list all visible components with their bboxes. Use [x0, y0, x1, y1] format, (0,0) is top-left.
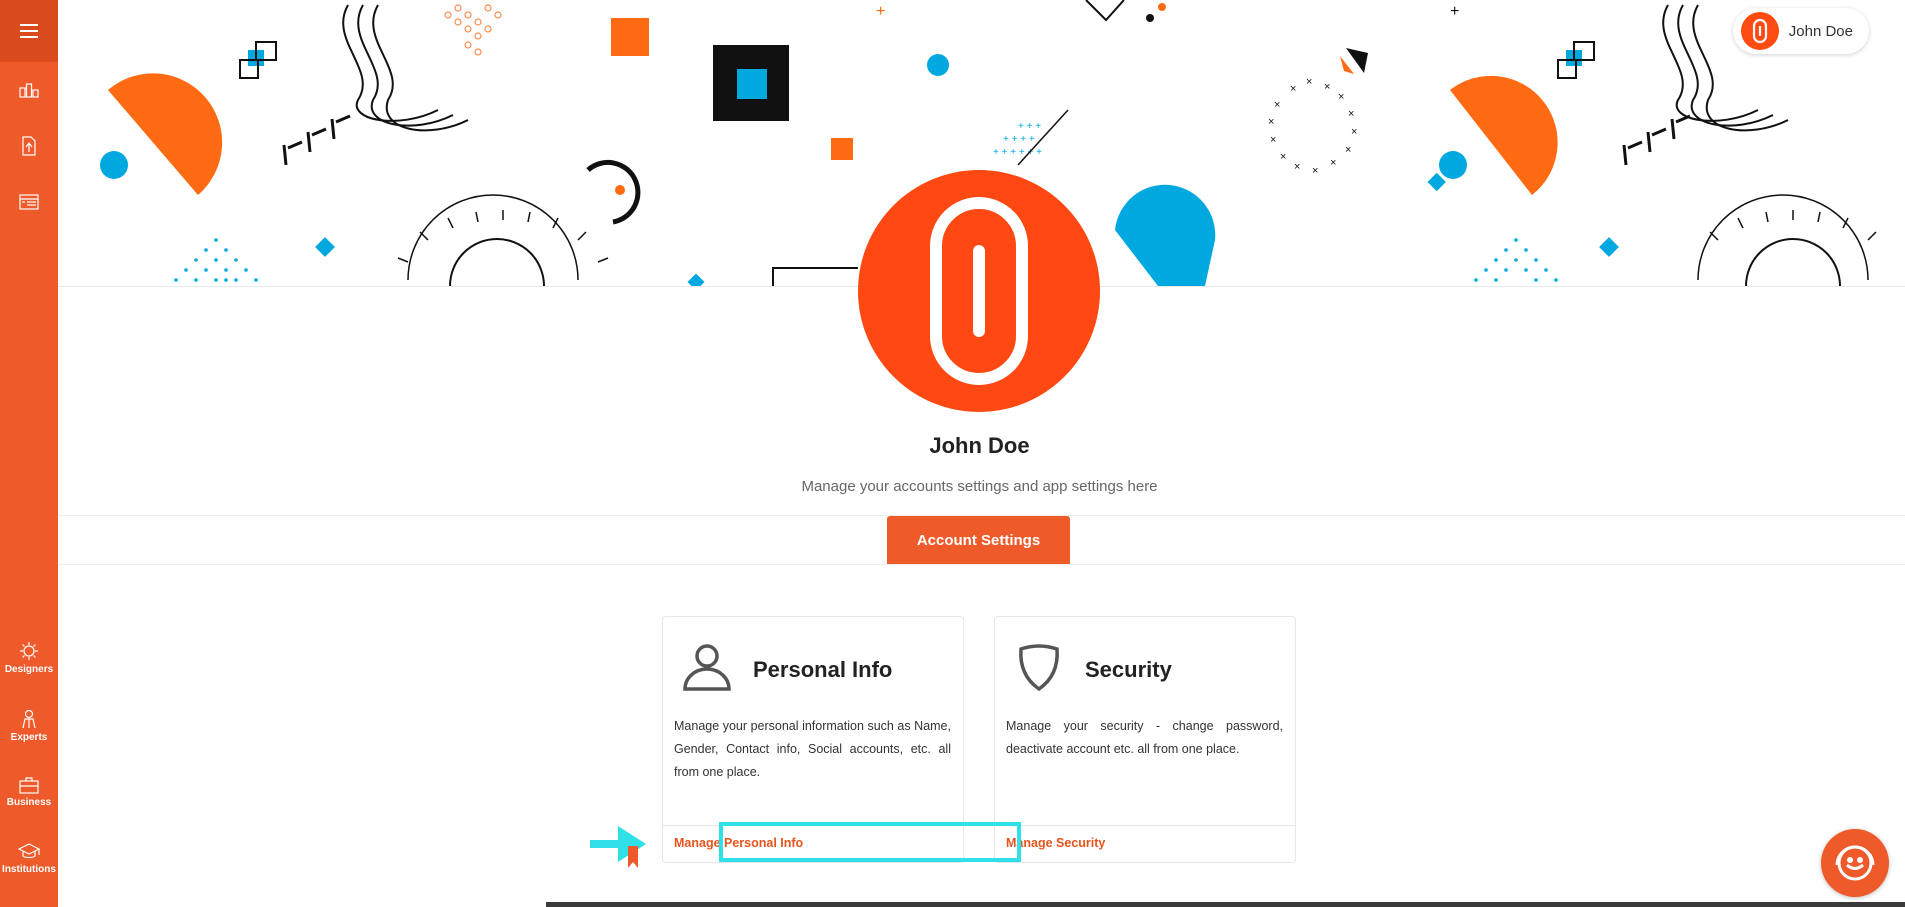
sidebar-item-business[interactable]: Business — [0, 776, 58, 808]
svg-text:+ + + + + +: + + + + + + — [993, 147, 1042, 158]
svg-text:×: × — [1351, 126, 1357, 138]
svg-text:+ + +: + + + — [1018, 121, 1041, 132]
svg-text:×: × — [1290, 83, 1296, 95]
dashboard-icon — [19, 83, 39, 98]
user-name: John Doe — [1788, 22, 1853, 40]
svg-text:×: × — [1338, 91, 1344, 103]
tab-account-settings[interactable]: Account Settings — [887, 516, 1070, 564]
briefcase-icon — [19, 777, 39, 794]
svg-text:×: × — [1294, 161, 1300, 173]
document-icon — [22, 136, 36, 156]
svg-text:×: × — [1274, 99, 1280, 111]
svg-text:×: × — [1270, 134, 1276, 146]
menu-toggle-button[interactable] — [0, 0, 58, 62]
profile-name: John Doe — [929, 433, 1030, 458]
paperclip-logo-icon — [930, 197, 1028, 385]
svg-text:×: × — [1348, 108, 1354, 120]
sidebar-item-label: Experts — [10, 732, 48, 743]
profile-subtitle: Manage your accounts settings and app se… — [801, 478, 1158, 495]
sidebar-list-button[interactable] — [0, 194, 58, 210]
svg-text:×: × — [1324, 81, 1330, 93]
sidebar-item-label: Designers — [4, 664, 54, 675]
card-title: Security — [1085, 657, 1172, 682]
designer-icon — [20, 642, 38, 660]
profile-avatar — [858, 170, 1100, 412]
highlight-box — [719, 822, 1021, 862]
svg-text:×: × — [1306, 76, 1312, 88]
card-description: Manage your personal information such as… — [674, 719, 951, 779]
graduation-cap-icon — [18, 843, 40, 859]
card-title: Personal Info — [753, 657, 893, 682]
user-menu-button[interactable]: John Doe — [1732, 8, 1869, 54]
pointer-arrow-icon — [590, 826, 646, 868]
hamburger-icon — [20, 24, 38, 38]
main-content: + + + + + + + + + + + + + + × × × × × × × × × × × × × × — [58, 0, 1905, 907]
card-description: Manage your security - change password, … — [1006, 719, 1283, 756]
svg-text:+ + + +: + + + + — [1003, 134, 1035, 145]
support-chat-button[interactable] — [1821, 829, 1889, 897]
svg-text:×: × — [1330, 157, 1336, 169]
sidebar-item-experts[interactable]: Experts — [0, 709, 58, 743]
shield-icon — [1013, 641, 1065, 698]
svg-text:×: × — [1312, 165, 1318, 177]
sidebar-item-label: Institutions — [2, 864, 56, 875]
card-footer: Manage Security — [995, 825, 1295, 862]
svg-text:+: + — [1450, 3, 1459, 20]
user-avatar — [1740, 12, 1779, 50]
security-card: Security Manage your security - change p… — [994, 616, 1296, 863]
support-chat-icon — [1835, 845, 1875, 881]
sidebar-item-designers[interactable]: Designers — [0, 641, 58, 675]
sidebar: Designers Experts Business Institutions — [0, 0, 58, 907]
user-icon — [681, 641, 733, 698]
svg-text:×: × — [1280, 151, 1286, 163]
sidebar-item-label: Business — [6, 797, 52, 808]
settings-tabbar: Account Settings — [58, 515, 1905, 565]
sidebar-dashboard-button[interactable] — [0, 82, 58, 98]
svg-text:×: × — [1345, 144, 1351, 156]
svg-text:×: × — [1268, 116, 1274, 128]
expert-icon — [22, 709, 36, 729]
list-icon — [19, 194, 39, 210]
sidebar-item-institutions[interactable]: Institutions — [0, 843, 58, 875]
sidebar-document-button[interactable] — [0, 136, 58, 156]
scrollbar-track[interactable] — [546, 902, 1905, 907]
paperclip-logo-icon — [1752, 18, 1767, 44]
svg-text:+: + — [876, 3, 885, 20]
